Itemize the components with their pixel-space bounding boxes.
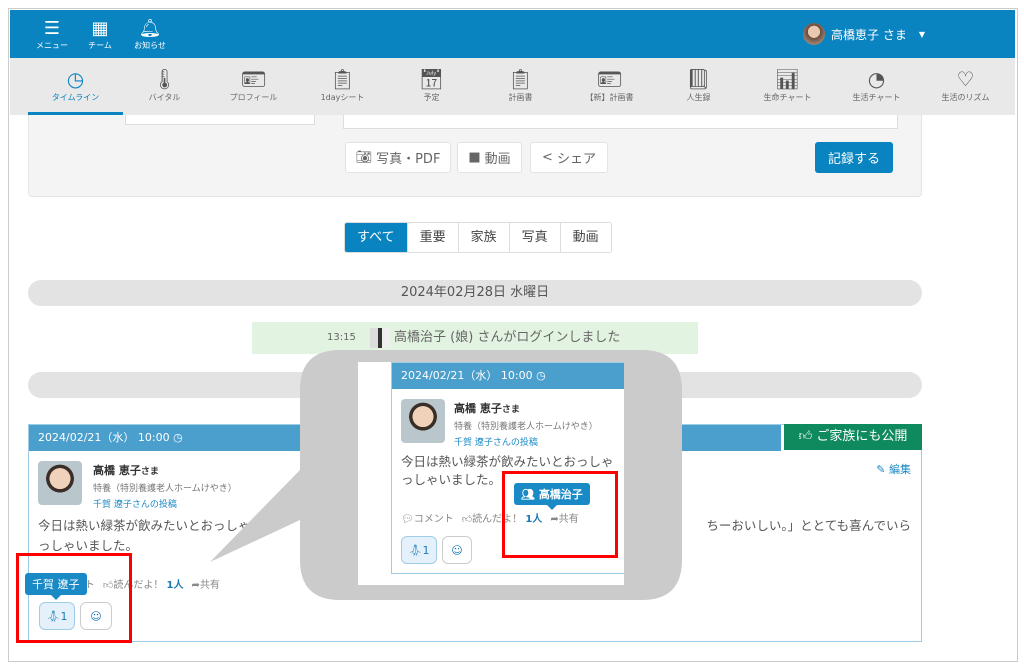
author-link[interactable]: 千賀 遼子さんの投稿	[454, 435, 598, 448]
comment-button[interactable]: 💬︎コメント	[401, 510, 454, 525]
resident-photo	[401, 399, 445, 443]
facility: 特養（特別養護老人ホームけやき）	[454, 422, 598, 432]
comment-label: コメント	[413, 514, 454, 525]
post-body: 今日は熱い緑茶が飲みたいとおっしゃ	[401, 454, 614, 469]
post-meta: 高橋 恵子さま 特養（特別養護老人ホームけやき） 千賀 遼子さんの投稿	[454, 400, 598, 448]
resident-name: 高橋 恵子	[454, 402, 502, 415]
reaction-pray[interactable]: 🙏︎ 1	[401, 536, 437, 564]
highlight-box	[502, 471, 618, 558]
reaction-count: 1	[422, 543, 430, 557]
add-reaction-button[interactable]: ☺	[442, 536, 472, 564]
honorific: さま	[501, 405, 520, 415]
clock-icon: ◷	[536, 369, 546, 382]
post-header: 2024/02/21（水） 10:00 ◷	[392, 363, 624, 389]
smiley-icon: ☺	[451, 543, 463, 557]
post-datetime: 2024/02/21（水） 10:00	[401, 369, 533, 382]
post-body: っしゃいました。	[401, 472, 502, 487]
